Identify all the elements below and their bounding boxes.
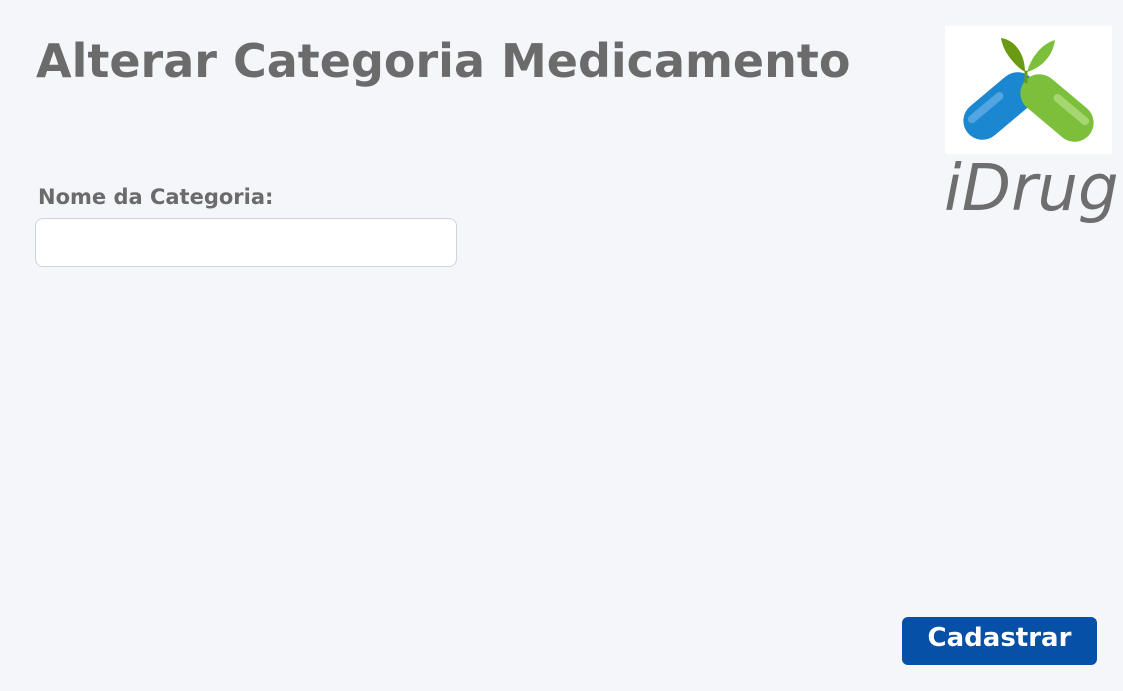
submit-button[interactable]: Cadastrar	[902, 617, 1097, 665]
category-name-input[interactable]	[35, 218, 457, 267]
brand-logo	[945, 26, 1112, 154]
page-title: Alterar Categoria Medicamento	[36, 34, 851, 88]
pill-leaf-logo-icon	[963, 38, 1094, 142]
brand-name: iDrug	[944, 152, 1119, 226]
category-name-label: Nome da Categoria:	[38, 185, 274, 209]
